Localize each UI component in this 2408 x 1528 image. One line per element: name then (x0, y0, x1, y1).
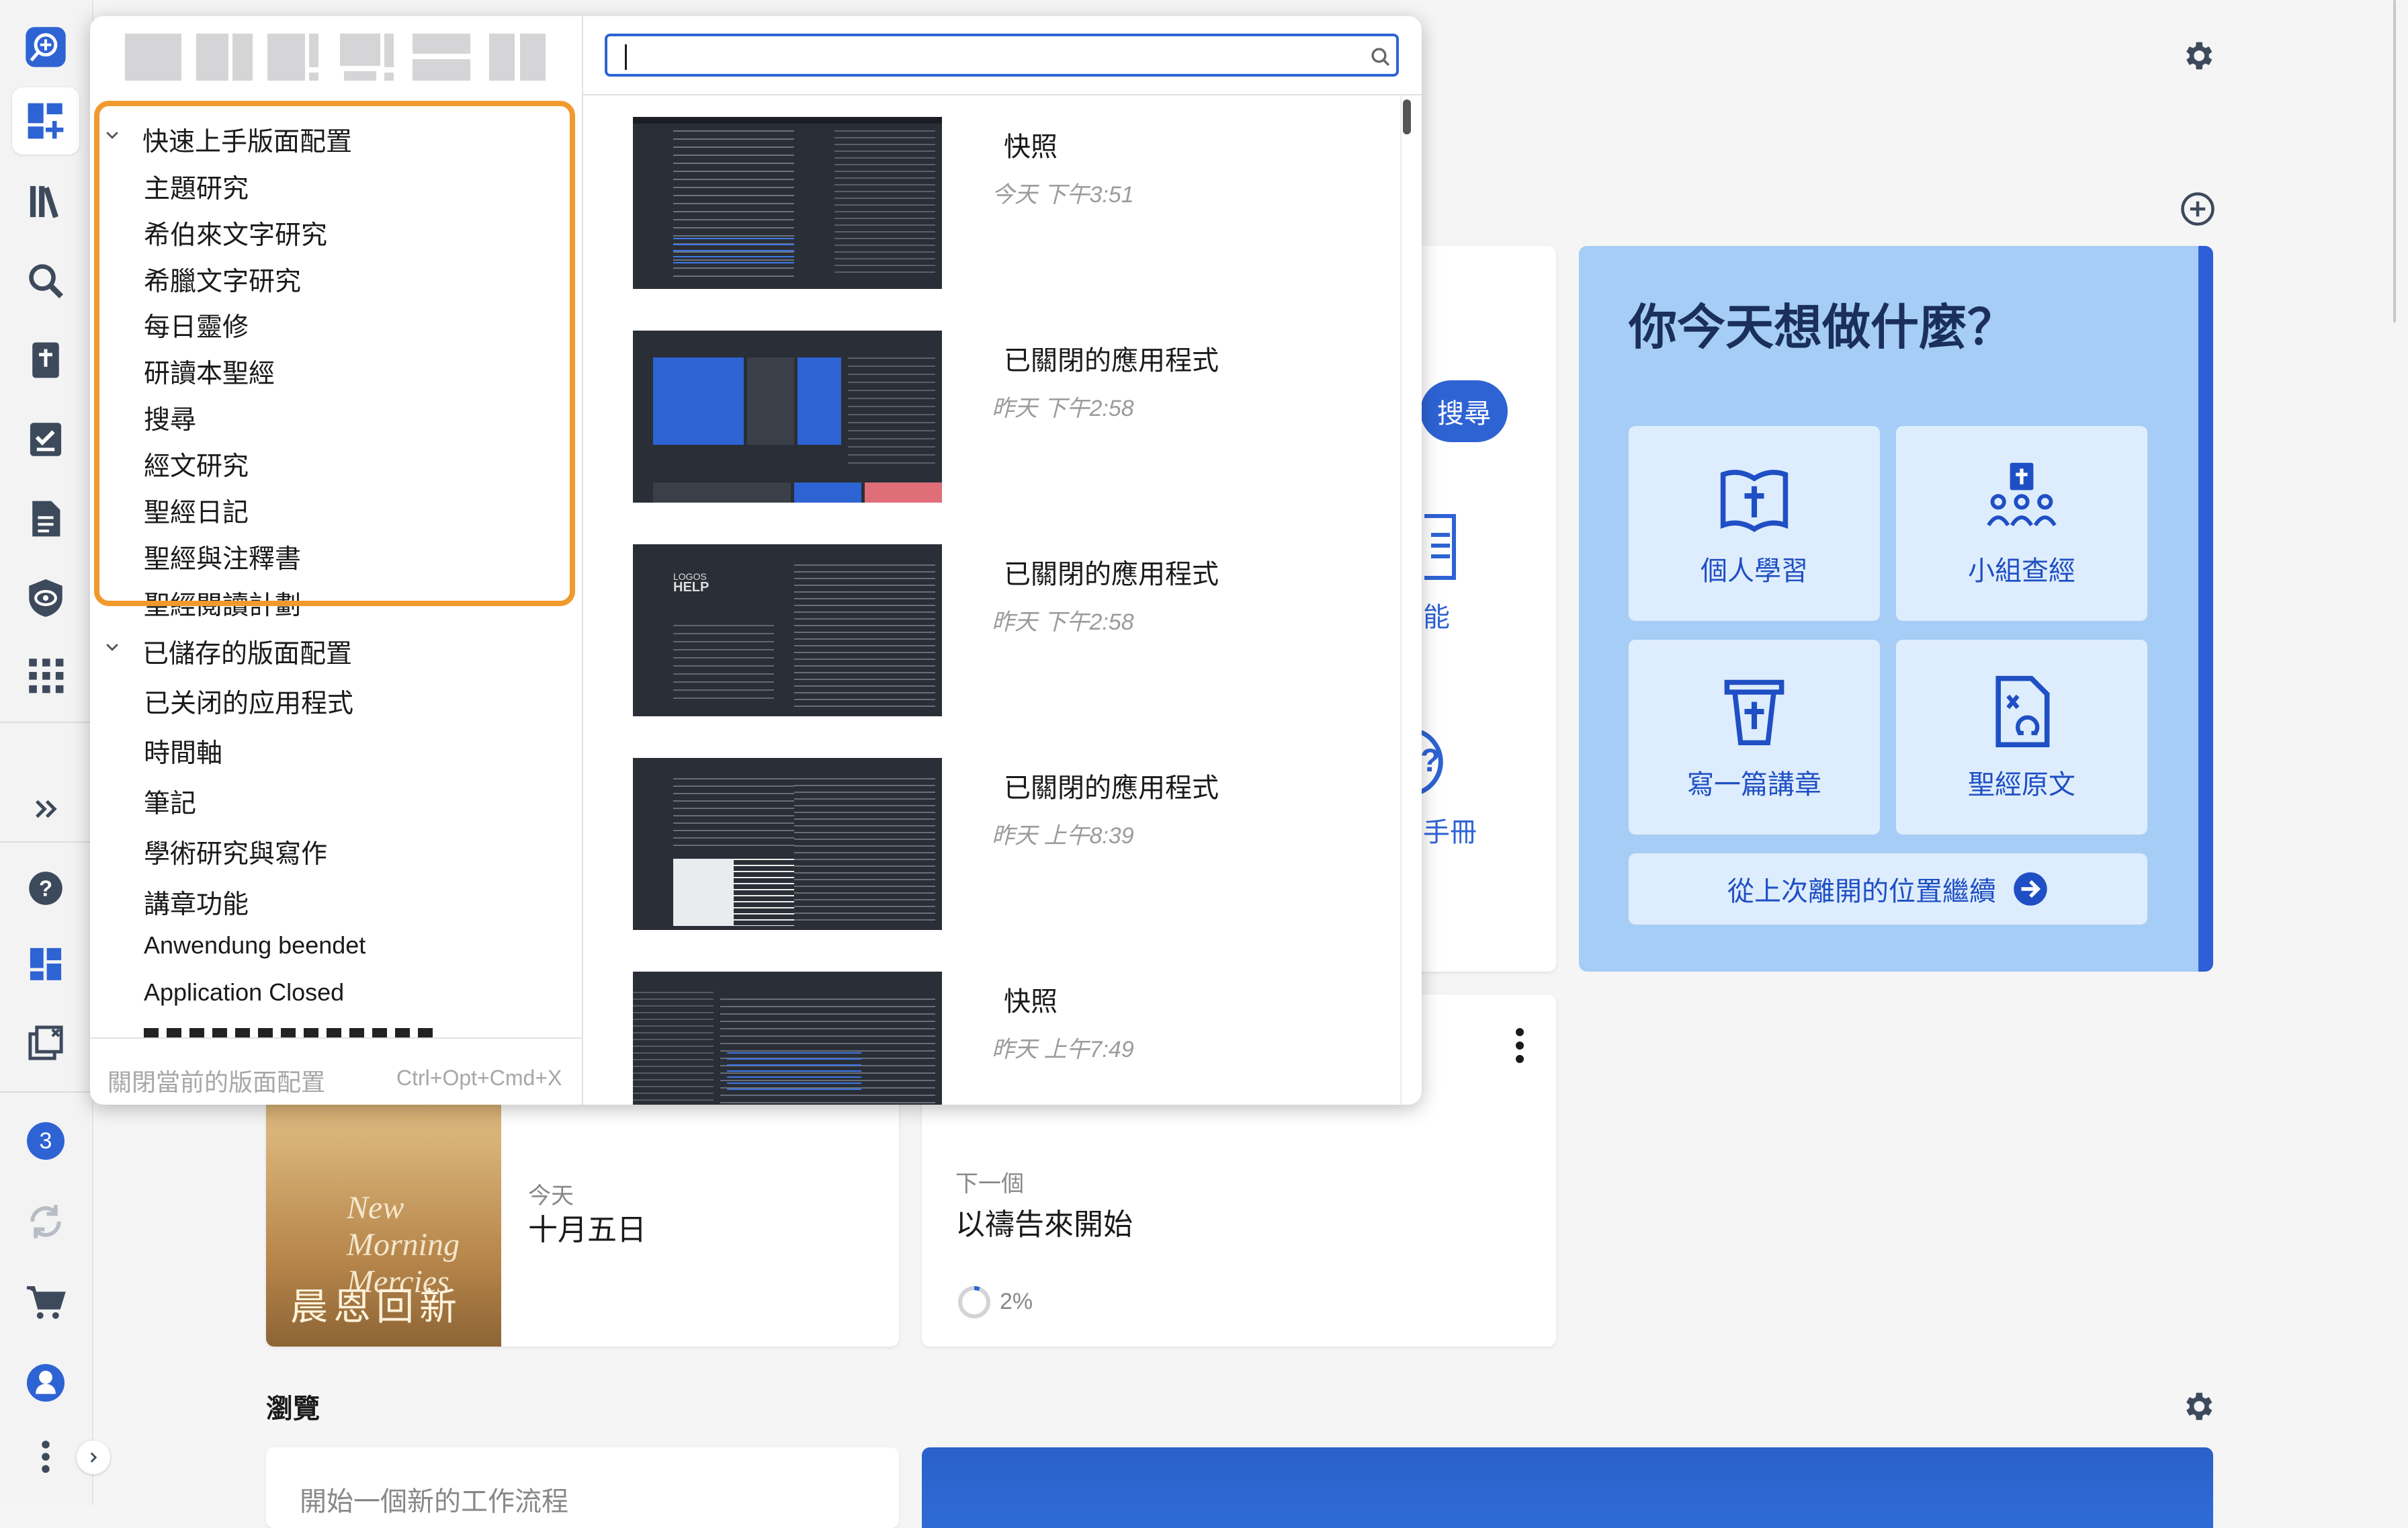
bible-icon[interactable] (12, 327, 79, 394)
expand-icon[interactable] (12, 775, 79, 843)
snapshot-time: 昨天 下午2:58 (992, 396, 1134, 421)
saved-layout-item[interactable]: 已关闭的应用程式 (144, 683, 353, 720)
help-circle-icon: ? (1418, 728, 1443, 796)
snapshot-time: 昨天 下午2:58 (992, 609, 1134, 635)
saved-layout-item[interactable]: 筆記 (144, 783, 196, 820)
notification-count: 3 (27, 1122, 64, 1160)
gear-icon[interactable] (2180, 38, 2216, 74)
tile-label: 聖經原文 (1968, 770, 2075, 800)
snapshot-thumbnail[interactable]: LOGOS HELP (633, 544, 942, 716)
tile-label: 寫一篇講章 (1687, 770, 1821, 800)
original-language-tile[interactable]: 聖經原文 (1896, 640, 2147, 835)
snapshot-title[interactable]: 已關閉的應用程式 (1004, 339, 1219, 378)
footer-divider (90, 1037, 582, 1039)
progress-ring (957, 1285, 991, 1319)
layout-style-buttons[interactable] (125, 32, 555, 83)
guides-icon[interactable] (12, 564, 79, 632)
resume-label: 從上次離開的位置繼續 (1727, 877, 1996, 906)
profile-icon[interactable] (12, 1349, 79, 1416)
text-cursor (625, 44, 627, 70)
help-icon[interactable]: ? (12, 855, 79, 922)
resume-button[interactable]: 從上次離開的位置繼續 (1629, 853, 2147, 925)
sync-icon[interactable] (12, 1188, 79, 1255)
search-icon[interactable] (12, 247, 79, 314)
what-today-card: 你今天想做什麼？ 個人學習 小組查經 寫一篇講章 聖經原文 從上次離開的位置繼續 (1579, 246, 2213, 972)
original-text-icon (1995, 675, 2050, 748)
highlight-box (94, 101, 575, 606)
browse-gear-icon[interactable] (2180, 1388, 2216, 1425)
close-layout-shortcut: Ctrl+Opt+Cmd+X (396, 1066, 562, 1090)
layout-list-panel: 快速上手版面配置 主題研究 希伯來文字研究 希臘文字研究 每日靈修 研讀本聖經 … (90, 16, 583, 1105)
partial-tile-label-1: 能 (1423, 603, 1450, 632)
document-icon[interactable] (12, 485, 79, 552)
snapshot-title[interactable]: 已關閉的應用程式 (1004, 552, 1219, 591)
chevron-right-icon (90, 1452, 97, 1463)
open-book-icon (1720, 470, 1789, 532)
snapshot-thumbnail[interactable] (633, 972, 942, 1105)
snapshot-scrollbar[interactable] (1403, 99, 1411, 134)
add-widget-icon[interactable] (2180, 191, 2216, 227)
saved-layout-item[interactable]: Anwendung beendet (144, 931, 366, 960)
scroll-track (1400, 95, 1402, 1105)
search-button[interactable]: 搜尋 (1420, 380, 1508, 442)
svg-text:?: ? (1420, 743, 1440, 779)
workflow-card[interactable]: 開始一個新的工作流程 (266, 1447, 899, 1528)
snapshot-time: 昨天 上午7:49 (992, 1037, 1134, 1062)
snapshot-thumbnail[interactable] (633, 117, 942, 289)
library-icon[interactable] (12, 168, 79, 235)
snapshot-thumbnail[interactable] (633, 758, 942, 930)
search-input-wrapper[interactable] (605, 34, 1399, 77)
snapshot-time: 昨天 上午8:39 (992, 823, 1134, 849)
next-title: 以禱告來開始 (955, 1208, 1133, 1241)
snapshot-title[interactable]: 快照 (1004, 125, 1058, 164)
search-icon[interactable] (1369, 46, 1392, 69)
closed-apps-icon[interactable] (12, 1009, 79, 1076)
more-icon[interactable] (12, 1423, 79, 1490)
browse-title: 瀏覽 (266, 1394, 320, 1424)
layouts-popup: 快速上手版面配置 主題研究 希伯來文字研究 希臘文字研究 每日靈修 研讀本聖經 … (90, 16, 1422, 1105)
start-workflow-label: 開始一個新的工作流程 (300, 1487, 568, 1517)
search-input[interactable] (607, 36, 1344, 74)
saved-layout-item[interactable]: 時間軸 (144, 732, 222, 770)
apps-grid-icon[interactable] (12, 642, 79, 709)
arrow-right-circle-icon (2014, 872, 2047, 906)
saved-layout-item[interactable]: 學術研究與寫作 (144, 833, 327, 871)
layouts-icon[interactable] (12, 87, 79, 155)
snapshot-title[interactable]: 已關閉的應用程式 (1004, 766, 1219, 805)
tile-label: 小組查經 (1968, 556, 2075, 586)
close-layout-label[interactable]: 關閉當前的版面配置 (108, 1063, 325, 1098)
search-divider (582, 94, 1422, 95)
svg-text:?: ? (39, 876, 52, 901)
sermon-tile[interactable]: 寫一篇講章 (1629, 640, 1880, 835)
snapshot-time: 今天 下午3:51 (992, 182, 1134, 208)
badge[interactable]: 3 (12, 1107, 79, 1175)
chevron-down-icon[interactable] (103, 638, 121, 656)
saved-layout-item[interactable]: 講章功能 (144, 884, 249, 921)
featured-banner[interactable] (922, 1447, 2213, 1528)
snapshot-thumbnail[interactable] (633, 331, 942, 503)
what-today-title: 你今天想做什麼？ (1629, 301, 2016, 355)
snapshot-title[interactable]: 快照 (1004, 980, 1058, 1019)
personal-study-tile[interactable]: 個人學習 (1629, 426, 1880, 621)
cover-chinese-title: 晨恩回新 (290, 1285, 462, 1328)
search-ai-icon[interactable] (12, 13, 79, 81)
devotion-date: 十月五日 (528, 1214, 646, 1246)
checklist-icon[interactable] (12, 406, 79, 473)
left-rail: ? 3 (0, 0, 110, 1505)
partial-tile-label-2: 手冊 (1423, 818, 1477, 847)
dashboard-icon[interactable] (12, 930, 79, 997)
tile-label: 個人學習 (1701, 556, 1808, 586)
cart-icon[interactable] (12, 1269, 79, 1336)
reading-icon (1424, 514, 1456, 580)
more-options-icon[interactable] (1513, 1025, 1526, 1066)
progress-percent: 2% (1000, 1289, 1033, 1314)
pulpit-icon (1724, 679, 1784, 746)
saved-layout-item[interactable]: Application Closed (144, 978, 344, 1007)
group-study-tile[interactable]: 小組查經 (1896, 426, 2147, 621)
collapse-rail-button[interactable] (77, 1441, 110, 1474)
next-label: 下一個 (955, 1171, 1024, 1197)
group-saved-label[interactable]: 已儲存的版面配置 (142, 633, 352, 671)
group-icon (1987, 462, 2057, 527)
page-scrollbar[interactable] (2393, 0, 2396, 323)
